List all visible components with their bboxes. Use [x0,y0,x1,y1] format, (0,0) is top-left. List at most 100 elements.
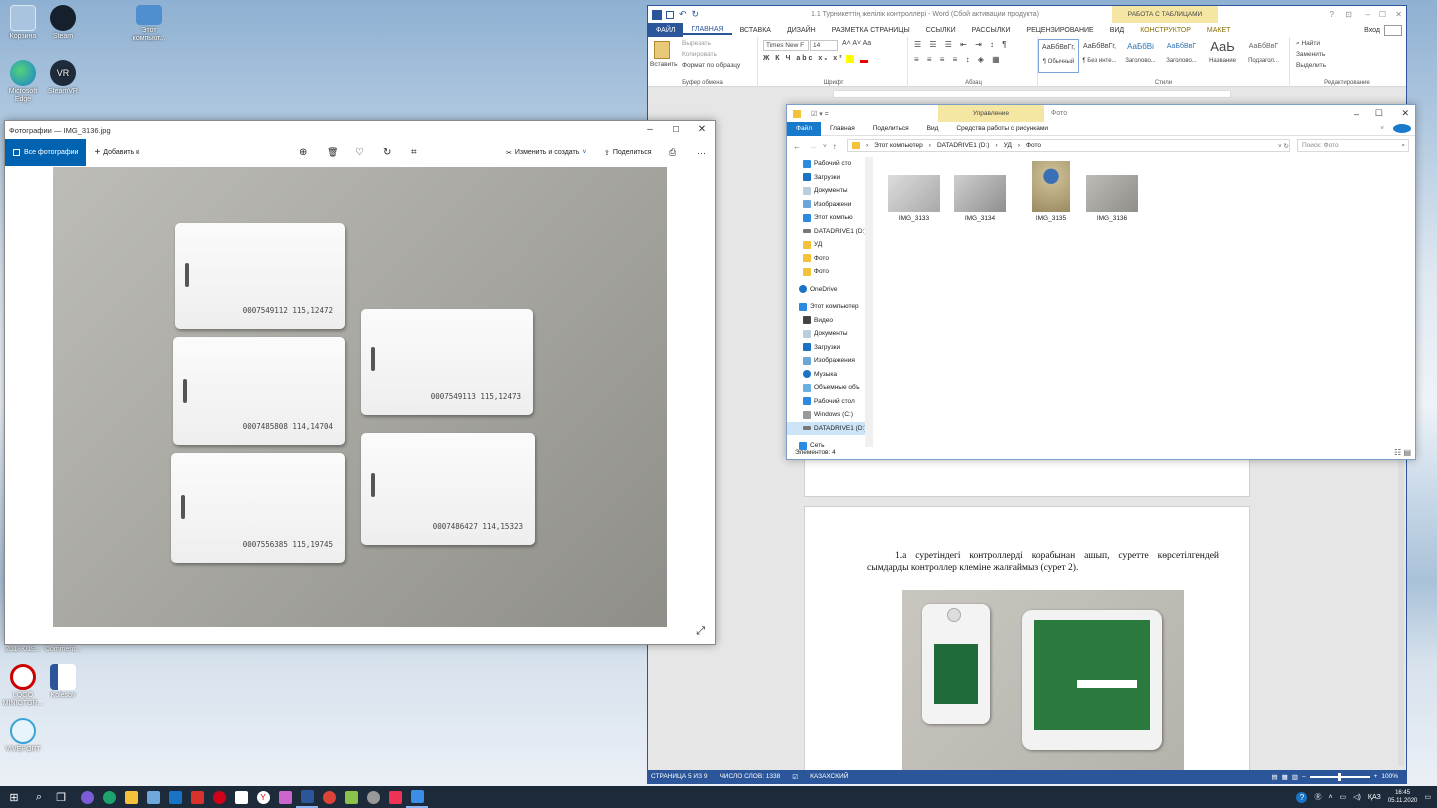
style-item[interactable]: АаБбВвГ Подзагол... [1243,39,1284,73]
taskbar-app[interactable] [98,786,120,808]
nav-item[interactable]: Музыка [787,368,873,382]
nav-item[interactable]: Изображени [787,198,873,212]
taskbar-app[interactable] [208,786,230,808]
back-icon[interactable]: ← [793,142,801,151]
print-layout-icon[interactable]: ▦ [1282,773,1288,781]
nav-item-this-pc[interactable]: Этот компьютер [787,300,873,314]
photo-view[interactable]: 0007549112 115,12472 0007485808 114,1470… [53,167,667,627]
tab-table-layout[interactable]: МАКЕТ [1199,27,1239,34]
taskbar-app[interactable] [186,786,208,808]
file-thumbnail[interactable]: IMG_3136 [1086,175,1138,222]
highlight-icon[interactable] [846,55,854,63]
nav-item[interactable]: Рабочий стол [787,395,873,409]
zoom-slider[interactable] [1309,772,1370,781]
zoom-icon[interactable]: ⊕ [299,147,307,158]
taskbar-app[interactable] [76,786,98,808]
undo-icon[interactable]: ↶ [679,9,687,20]
tab-view[interactable]: Вид [918,125,948,132]
tab-table-design[interactable]: КОНСТРУКТОР [1132,27,1199,34]
nav-item[interactable]: Фото [787,252,873,266]
taskbar-app-word[interactable] [296,786,318,808]
breadcrumb-item[interactable]: Фото [1026,142,1041,149]
desktop-icon-steam[interactable]: Steam [40,5,86,41]
desktop-icon-comment[interactable]: Comment... [40,646,86,654]
zoom-in-button[interactable]: + [1374,773,1378,780]
refresh-icon[interactable]: ˅ ↻ [1278,142,1289,150]
tab-file[interactable]: ФАЙЛ [648,23,684,37]
task-view-button[interactable]: ❐ [50,786,72,808]
fullscreen-icon[interactable]: ⤢ [696,625,705,638]
manage-contextual-tab[interactable]: Управление [938,105,1044,122]
favorite-icon[interactable]: ♡ [355,147,364,158]
sign-in-link[interactable]: Вход [1356,27,1384,34]
tab-home[interactable]: Главная [821,125,864,132]
maximize-button[interactable]: ☐ [663,121,689,139]
nav-item[interactable]: Видео [787,314,873,328]
volume-icon[interactable]: ◁) [1353,793,1361,801]
desktop-icon-this-pc[interactable]: Этот компьют... [126,5,172,43]
zoom-level[interactable]: 100% [1381,773,1406,780]
taskbar-app[interactable] [142,786,164,808]
nav-item[interactable]: DATADRIVE1 (D:) [787,225,873,239]
style-item[interactable]: АаБбВвГг, ¶ Без инте... [1079,39,1120,73]
nav-item[interactable]: Рабочий сто [787,157,873,171]
minimize-button[interactable]: – [637,121,663,139]
taskbar-app[interactable] [164,786,186,808]
breadcrumb-item[interactable]: DATADRIVE1 (D:) [937,142,990,149]
nav-item[interactable]: Объемные объ [787,381,873,395]
up-icon[interactable]: ↑ [833,142,837,151]
tab-picture-tools[interactable]: Средства работы с рисунками [947,125,1057,132]
rotate-icon[interactable]: ↻ [383,147,391,158]
file-thumbnail[interactable]: IMG_3135 [1025,161,1077,222]
desktop-icon-viveport[interactable]: VIVEPORT [0,718,46,754]
replace-button[interactable]: Заменить [1296,51,1325,58]
close-button[interactable]: ✕ [1395,10,1402,19]
style-item[interactable]: АаБбВі Заголово... [1120,39,1161,73]
taskbar-app[interactable] [274,786,296,808]
tab-share[interactable]: Поделиться [864,125,918,132]
desktop-icon-kolesov[interactable]: Kolesov [40,664,86,700]
find-button[interactable]: ⌕ Найти [1296,40,1320,48]
nav-item[interactable]: Фото [787,265,873,279]
font-size-select[interactable]: 14 [810,40,838,51]
forward-icon[interactable]: → [809,142,817,151]
tab-references[interactable]: ССЫЛКИ [918,27,964,34]
ruler[interactable] [833,90,1231,98]
nav-item[interactable]: Windows (C:) [787,408,873,422]
file-thumbnail[interactable]: IMG_3133 [888,175,940,222]
read-mode-icon[interactable]: ▤ [1271,773,1277,781]
ribbon-options-icon[interactable]: ⊡ [1345,10,1352,19]
bold-italic-underline-buttons[interactable]: Ж К Ч abc x₂ x² [763,55,844,62]
nav-item[interactable]: Документы [787,184,873,198]
cut-button[interactable]: Вырезать [682,40,711,47]
more-options-icon[interactable]: ··· [697,148,706,158]
language-indicator[interactable]: ҚАЗ [1368,794,1381,801]
list-buttons[interactable]: ☰ ☰ ☰ ⇤ ⇥ ↕ ¶ [914,40,1010,49]
save-icon[interactable] [666,10,674,19]
tab-mailings[interactable]: РАССЫЛКИ [964,27,1019,34]
style-item[interactable]: АаБбВвГг, ¶ Обычный [1038,39,1079,73]
nav-item[interactable]: УД [787,238,873,252]
tab-view[interactable]: ВИД [1102,27,1132,34]
delete-icon[interactable]: 🗑 [327,147,338,158]
nav-item[interactable]: Изображения [787,354,873,368]
breadcrumb-item[interactable]: Этот компьютер [874,142,923,149]
tab-design[interactable]: ДИЗАЙН [779,27,824,34]
nav-item-onedrive[interactable]: OneDrive [787,283,873,297]
crop-icon[interactable]: ⌗ [411,147,417,158]
taskbar-app-photos[interactable] [406,786,428,808]
maximize-button[interactable]: ☐ [1375,108,1383,119]
nav-item[interactable]: Загрузки [787,171,873,185]
help-icon[interactable] [1393,124,1411,133]
view-mode-icons[interactable]: ☷ ▤ [1394,448,1411,457]
font-name-select[interactable]: Times New F [763,40,809,51]
maximize-button[interactable]: ☐ [1379,10,1386,19]
close-button[interactable]: ✕ [1401,108,1409,119]
tab-file[interactable]: Файл [787,121,821,136]
taskbar-app[interactable] [318,786,340,808]
redo-icon[interactable]: ↻ [692,9,700,20]
quick-access-toolbar[interactable]: ☑ ▾ = [811,110,829,118]
start-button[interactable]: ⊞ [0,786,28,808]
help-icon[interactable]: ? [1330,10,1334,19]
document-paragraph[interactable]: 1.а суретіндегі контроллерді корабынан а… [867,550,1219,574]
